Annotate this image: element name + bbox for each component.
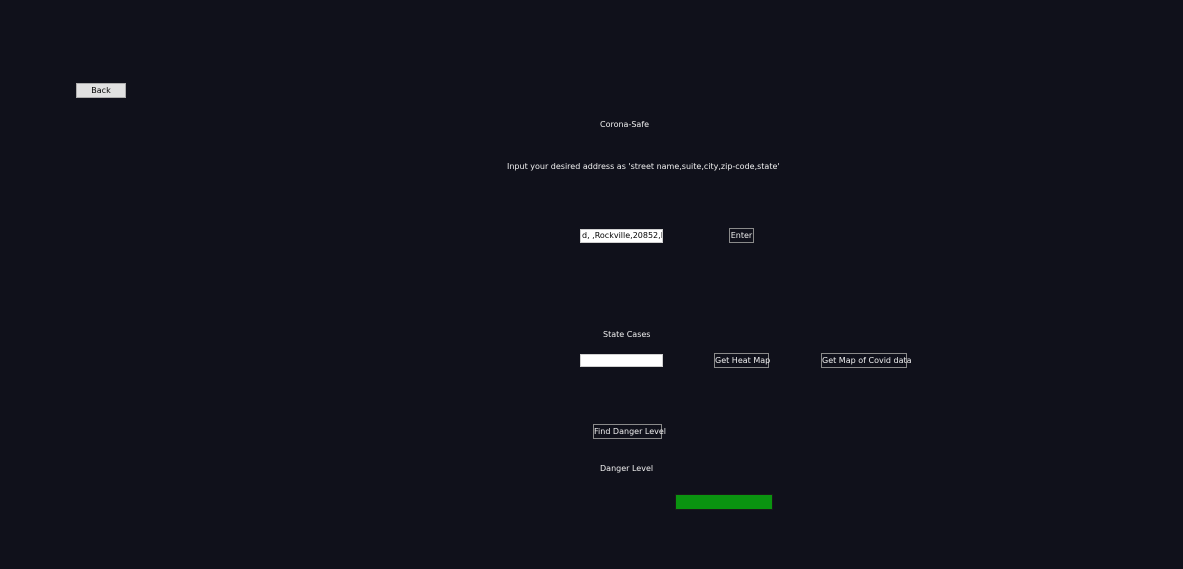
state-cases-field[interactable]	[580, 354, 663, 367]
danger-level-bar-fill	[676, 495, 772, 509]
get-heat-map-button[interactable]: Get Heat Map	[714, 353, 770, 368]
instructions-text: Input your desired address as 'street na…	[507, 162, 780, 171]
enter-button[interactable]: Enter	[729, 228, 754, 243]
get-covid-map-button[interactable]: Get Map of Covid data	[821, 353, 912, 368]
address-input[interactable]: d, ,Rockville,20852,MD	[580, 229, 663, 243]
danger-level-label: Danger Level	[600, 464, 654, 473]
state-cases-label: State Cases	[603, 330, 651, 339]
back-button[interactable]: Back	[76, 83, 126, 98]
app-title: Corona-Safe	[600, 120, 650, 129]
find-danger-level-button[interactable]: Find Danger Level	[593, 424, 666, 439]
danger-level-bar	[675, 494, 773, 510]
